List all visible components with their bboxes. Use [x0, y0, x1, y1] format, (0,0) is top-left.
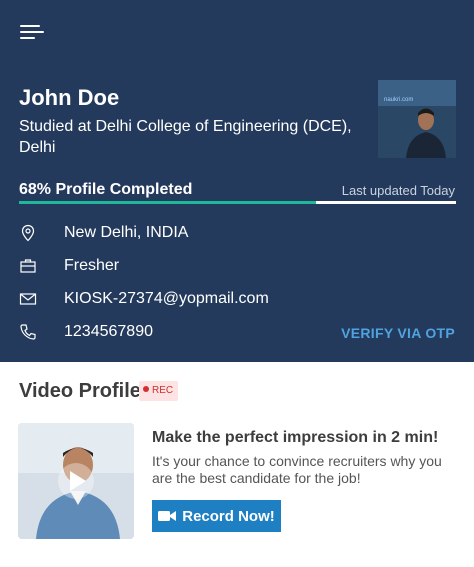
profile-name: John Doe [19, 85, 120, 110]
last-updated-text: Last updated Today [341, 183, 455, 198]
photo-caption: naukri.com [384, 97, 413, 103]
profile-progress-fill [19, 201, 317, 204]
briefcase-icon [20, 259, 36, 273]
rec-dot-icon [143, 386, 149, 392]
email-row: KIOSK-27374@yopmail.com [19, 288, 456, 312]
video-headline: Make the perfect impression in 2 min! [152, 429, 439, 446]
location-text: New Delhi, INDIA [64, 224, 189, 241]
video-camera-icon [158, 511, 177, 521]
rec-badge-label: REC [152, 385, 174, 396]
profile-progress-label: 68% Profile Completed [19, 181, 193, 198]
location-row: New Delhi, INDIA [19, 222, 456, 246]
email-text: KIOSK-27374@yopmail.com [64, 290, 269, 307]
profile-progress-bar [19, 201, 456, 204]
play-icon [58, 463, 94, 499]
rec-badge: REC [139, 381, 179, 401]
verify-otp-link[interactable]: VERIFY VIA OTP [341, 325, 455, 341]
education-text: Studied at Delhi College of Engineering … [19, 118, 352, 156]
profile-photo[interactable]: naukri.com [378, 80, 456, 158]
video-profile-title: Video Profile [19, 380, 141, 402]
experience-text: Fresher [64, 257, 120, 274]
phone-text: 1234567890 [64, 323, 153, 340]
video-thumbnail[interactable] [18, 423, 134, 539]
profile-header: John Doe Studied at Delhi College of Eng… [0, 0, 474, 362]
experience-row: Fresher [19, 255, 456, 279]
record-now-label: Record Now! [182, 507, 275, 525]
video-description: It's your chance to convince recruiters … [152, 453, 442, 486]
location-pin-icon [21, 224, 35, 242]
mail-icon [19, 293, 37, 305]
record-now-button[interactable]: Record Now! [152, 500, 281, 532]
phone-icon [20, 324, 36, 340]
hamburger-menu-icon[interactable] [20, 22, 44, 42]
